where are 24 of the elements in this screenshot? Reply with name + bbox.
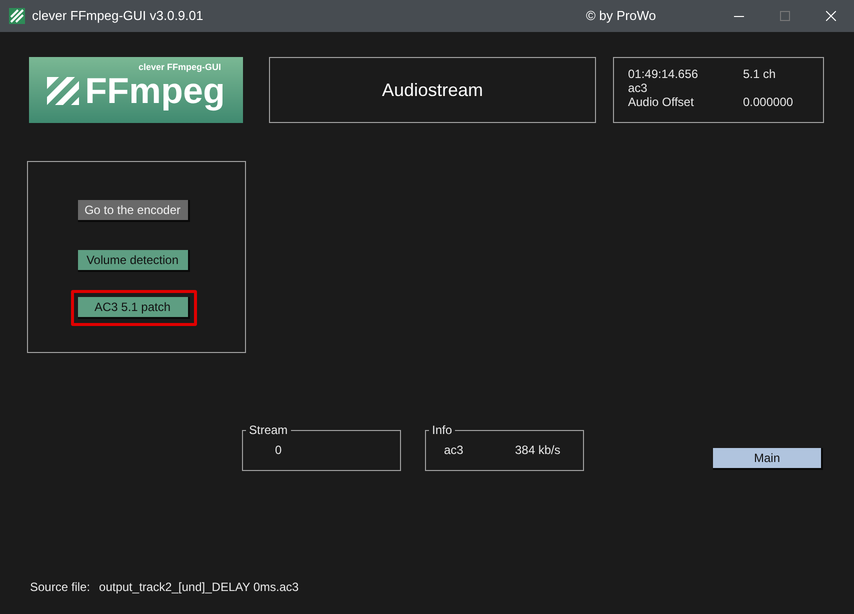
close-icon: [826, 11, 836, 21]
action-button[interactable]: AC3 5.1 patch: [78, 297, 190, 319]
credit-text: © by ProWo: [586, 7, 656, 26]
window-title: clever FFmpeg-GUI v3.0.9.01: [32, 7, 204, 26]
logo-caption: clever FFmpeg-GUI: [138, 61, 221, 74]
action-button[interactable]: Go to the encoder: [78, 200, 190, 222]
source-value: output_track2_[und]_DELAY 0ms.ac3: [99, 579, 299, 596]
stream-legend: Stream: [246, 421, 291, 439]
maximize-icon: [780, 11, 790, 21]
duration-text: 01:49:14.656: [628, 67, 700, 81]
codec-value: ac3: [444, 442, 464, 459]
codec-text: ac3: [628, 81, 648, 95]
logo-wordmark: FFmpeg: [85, 72, 225, 108]
app-icon: [9, 8, 25, 24]
heading-text: Audiostream: [382, 78, 484, 102]
bitrate-value: 384 kb/s: [515, 442, 560, 459]
offset-label: Audio Offset: [628, 95, 695, 109]
stream-value: 0: [275, 442, 283, 459]
main-button[interactable]: Main: [713, 448, 823, 470]
source-label: Source file:: [30, 579, 90, 596]
offset-value: 0.000000: [743, 95, 794, 109]
info-legend: Info: [429, 421, 456, 439]
action-button[interactable]: Volume detection: [78, 250, 190, 272]
channels-text: 5.1 ch: [743, 67, 777, 81]
